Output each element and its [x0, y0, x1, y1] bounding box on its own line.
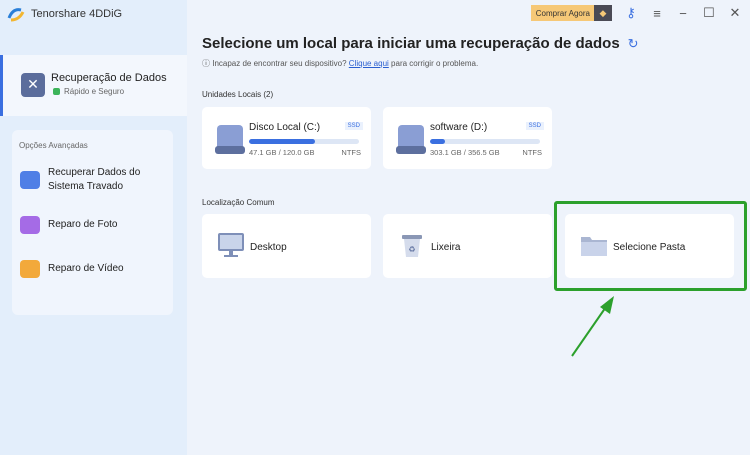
page-title-row: Selecione um local para iniciar uma recu…	[202, 35, 639, 52]
close-icon[interactable]: ✕	[728, 5, 742, 21]
refresh-icon[interactable]: ↻	[628, 36, 639, 52]
location-name: Lixeira	[431, 242, 461, 253]
advanced-options-header: Opções Avançadas	[19, 141, 88, 150]
buy-now-label: Comprar Agora	[535, 8, 590, 18]
drive-filesystem: NTFS	[341, 148, 361, 157]
sidebar-item-label: Recuperação de Dados	[51, 72, 167, 84]
app-title: Tenorshare 4DDiG	[31, 8, 123, 20]
location-name: Desktop	[250, 242, 287, 253]
advanced-options-panel: Opções Avançadas Recuperar Dados do Sist…	[12, 130, 173, 315]
computer-icon	[20, 171, 40, 189]
drive-card-c[interactable]: Disco Local (C:) SSD 47.1 GB / 120.0 GB …	[202, 107, 371, 169]
maximize-icon[interactable]: ☐	[702, 5, 716, 21]
key-icon[interactable]: ⚷	[624, 5, 638, 21]
app-logo: Tenorshare 4DDiG	[7, 6, 122, 22]
buy-now-button[interactable]: Comprar Agora ◆	[530, 5, 612, 21]
recycle-bin-icon: ♻	[402, 235, 422, 257]
sidebar-item-data-recovery[interactable]: ✕ Recuperação de Dados Rápido e Seguro	[0, 55, 187, 116]
drive-usage-bar	[249, 139, 359, 144]
photo-icon	[20, 216, 40, 234]
monitor-icon	[218, 233, 244, 257]
arrow-annotation	[571, 296, 614, 357]
help-prefix: Incapaz de encontrar seu dispositivo?	[212, 59, 347, 68]
drive-name: software (D:)	[430, 122, 488, 133]
shield-check-icon	[53, 88, 60, 95]
question-icon: ⓘ	[202, 59, 210, 68]
sidebar: Tenorshare 4DDiG ✕ Recuperação de Dados …	[0, 0, 187, 455]
drive-icon	[396, 125, 426, 154]
minimize-icon[interactable]: −	[676, 6, 690, 21]
help-suffix: para corrigir o problema.	[391, 59, 479, 68]
drive-name: Disco Local (C:)	[249, 122, 321, 133]
tools-drive-icon: ✕	[21, 73, 45, 97]
svg-text:♻: ♻	[408, 245, 415, 254]
click-here-link[interactable]: Clique aqui	[349, 59, 389, 68]
drive-card-d[interactable]: software (D:) SSD 303.1 GB / 356.5 GB NT…	[383, 107, 552, 169]
drive-type-badge: SSD	[525, 122, 544, 130]
drive-size: 303.1 GB / 356.5 GB	[430, 148, 500, 157]
drive-type-badge: SSD	[344, 122, 363, 130]
sidebar-item-label: Recuperar Dados do Sistema Travado	[48, 167, 141, 192]
location-recycle-bin[interactable]: ♻ Lixeira	[383, 214, 552, 278]
sidebar-item-video-repair[interactable]: Reparo de Vídeo	[20, 260, 124, 278]
sidebar-item-sublabel: Rápido e Seguro	[64, 87, 125, 96]
sidebar-item-label: Reparo de Foto	[48, 219, 118, 230]
sidebar-item-photo-repair[interactable]: Reparo de Foto	[20, 216, 118, 234]
location-desktop[interactable]: Desktop	[202, 214, 371, 278]
drive-usage-bar	[430, 139, 540, 144]
sidebar-item-label: Reparo de Vídeo	[48, 263, 124, 274]
diamond-icon: ◆	[594, 5, 612, 21]
local-drives-header: Unidades Locais (2)	[202, 90, 274, 99]
help-text: ⓘ Incapaz de encontrar seu dispositivo? …	[202, 58, 478, 69]
title-bar: Comprar Agora ◆ ⚷ ≡ − ☐ ✕	[530, 0, 750, 26]
video-icon	[20, 260, 40, 278]
menu-icon[interactable]: ≡	[650, 6, 664, 21]
logo-icon	[7, 8, 25, 22]
highlight-box	[554, 201, 747, 291]
drive-size: 47.1 GB / 120.0 GB	[249, 148, 315, 157]
drive-filesystem: NTFS	[522, 148, 542, 157]
page-title: Selecione um local para iniciar uma recu…	[202, 35, 620, 52]
common-locations-header: Localização Comum	[202, 198, 275, 207]
sidebar-item-crashed-system[interactable]: Recuperar Dados do Sistema Travado	[20, 166, 150, 194]
drive-icon	[215, 125, 245, 154]
